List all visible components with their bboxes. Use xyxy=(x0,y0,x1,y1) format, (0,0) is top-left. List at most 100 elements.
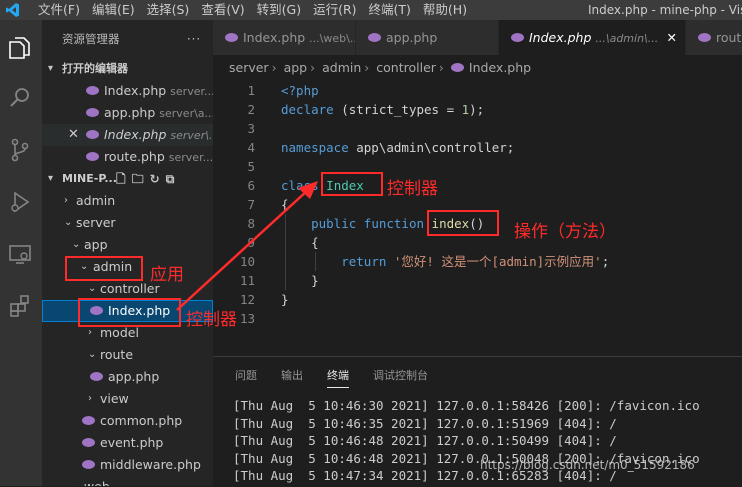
file-label: middleware.php xyxy=(100,457,201,472)
remote-explorer-icon[interactable] xyxy=(6,240,34,268)
tree-folder-web[interactable]: ···web xyxy=(42,476,213,486)
menu-selection[interactable]: 选择(S) xyxy=(147,0,190,20)
tab-debug-console[interactable]: 调试控制台 xyxy=(373,367,428,383)
file-name: route.php xyxy=(104,149,165,164)
tab-path: ...\admin\... xyxy=(595,32,659,45)
php-file-icon xyxy=(511,33,524,42)
breadcrumb-item[interactable]: Index.php xyxy=(469,60,531,75)
explorer-icon[interactable] xyxy=(6,34,34,62)
line-number: 8 xyxy=(247,216,255,231)
more-actions-icon[interactable]: ··· xyxy=(187,20,201,58)
tree-folder-route[interactable]: ⌄ route xyxy=(42,344,213,366)
code-text: (strict_types = xyxy=(333,102,462,117)
tree-folder-server[interactable]: ⌄ server xyxy=(42,212,213,234)
tab-label: app.php xyxy=(386,30,438,45)
code-keyword: class xyxy=(281,178,319,193)
code-keyword: function xyxy=(363,216,425,231)
tree-folder-admin-top[interactable]: › admin xyxy=(42,190,213,212)
tab-label: route xyxy=(716,30,742,45)
new-file-icon[interactable]: 🗋 xyxy=(116,172,132,186)
terminal-line: [Thu Aug 5 10:46:35 2021] 127.0.0.1:5196… xyxy=(233,415,617,431)
php-file-icon xyxy=(225,33,238,42)
menu-terminal[interactable]: 终端(T) xyxy=(369,0,411,20)
folder-label: app xyxy=(84,237,108,252)
open-editor-item[interactable]: Index.php server... xyxy=(42,80,213,102)
open-editors-header[interactable]: ▾ 打开的编辑器 xyxy=(42,58,213,80)
open-editors-label: 打开的编辑器 xyxy=(62,62,128,75)
annotation-action-label: 操作（方法） xyxy=(514,222,616,242)
tree-folder-app[interactable]: ⌄ app xyxy=(42,234,213,256)
tab-problems[interactable]: 问题 xyxy=(235,367,257,383)
menu-run[interactable]: 运行(R) xyxy=(313,0,356,20)
code-line: 4 namespace app\admin\controller; xyxy=(213,138,742,157)
tree-file-common-php[interactable]: common.php xyxy=(42,410,213,432)
menu-help[interactable]: 帮助(H) xyxy=(423,0,467,20)
chevron-down-icon: ▾ xyxy=(48,173,54,184)
tab-label: Index.php xyxy=(243,30,306,45)
breadcrumb-item[interactable]: controller xyxy=(376,60,436,75)
tree-folder-view[interactable]: › view xyxy=(42,388,213,410)
tab-index-web[interactable]: Index.php ...\web\... xyxy=(213,20,356,55)
close-icon[interactable]: ✕ xyxy=(667,20,677,55)
collapse-all-icon[interactable]: ⧉ xyxy=(166,172,181,186)
tree-folder-controller[interactable]: ⌄ controller xyxy=(42,278,213,300)
file-label: common.php xyxy=(100,413,183,428)
run-debug-icon[interactable] xyxy=(6,188,34,216)
activity-bar xyxy=(0,20,42,486)
php-file-icon xyxy=(90,372,103,381)
annotation-box-method xyxy=(427,210,499,236)
workspace-header[interactable]: ▾ MINE-P... 🗋🗀↻⧉ xyxy=(42,168,213,190)
tab-index-admin[interactable]: Index.php ...\admin\... ✕ xyxy=(499,20,686,55)
extensions-icon[interactable] xyxy=(6,292,34,320)
tab-output[interactable]: 输出 xyxy=(281,367,303,383)
breadcrumb-separator: › xyxy=(271,60,277,75)
folder-label: route xyxy=(100,347,134,362)
refresh-icon[interactable]: ↻ xyxy=(150,172,166,186)
open-editor-item-active[interactable]: ✕ Index.php server\... xyxy=(42,124,213,146)
annotation-file-label: 控制器 xyxy=(186,310,237,330)
panel-tabs: 问题 输出 终端 调试控制台 xyxy=(213,357,742,395)
breadcrumb-item[interactable]: server xyxy=(229,60,269,75)
menu-go[interactable]: 转到(G) xyxy=(257,0,301,20)
php-file-icon xyxy=(82,438,95,447)
menu-file[interactable]: 文件(F) xyxy=(38,0,80,20)
line-number: 2 xyxy=(247,102,255,117)
breadcrumb-separator: › xyxy=(438,60,444,75)
menu-view[interactable]: 查看(V) xyxy=(201,0,244,20)
tree-file-middleware-php[interactable]: middleware.php xyxy=(42,454,213,476)
tree-file-event-php[interactable]: event.php xyxy=(42,432,213,454)
file-path: server\... xyxy=(170,129,213,142)
breadcrumb-separator: › xyxy=(310,60,316,75)
tab-terminal[interactable]: 终端 xyxy=(327,367,349,388)
breadcrumb-item[interactable]: admin xyxy=(322,60,361,75)
line-number: 6 xyxy=(247,178,255,193)
open-editor-item[interactable]: route.php server... xyxy=(42,146,213,168)
source-control-icon[interactable] xyxy=(6,136,34,164)
open-editor-item[interactable]: app.php server\a... xyxy=(42,102,213,124)
code-text: <?php xyxy=(281,83,319,98)
code-text: { xyxy=(311,235,319,250)
php-file-icon xyxy=(368,33,381,42)
code-keyword: public xyxy=(311,216,357,231)
watermark: https://blog.csdn.net/m0_51592186 xyxy=(480,458,695,472)
php-file-icon xyxy=(450,63,464,72)
close-icon[interactable]: ✕ xyxy=(68,124,79,146)
file-path: server... xyxy=(168,151,213,164)
breadcrumb-item[interactable]: app xyxy=(284,60,308,75)
folder-label: admin xyxy=(76,193,116,208)
chevron-right-icon: › xyxy=(64,195,68,206)
file-name: Index.php xyxy=(104,127,167,142)
code-line: 11 } xyxy=(213,271,742,290)
code-line: 3 xyxy=(213,119,742,138)
file-name: Index.php xyxy=(104,83,167,98)
line-number: 5 xyxy=(247,159,255,174)
tree-file-app-php[interactable]: app.php xyxy=(42,366,213,388)
new-folder-icon[interactable]: 🗀 xyxy=(132,172,150,186)
line-number: 11 xyxy=(239,273,255,288)
tab-app-php[interactable]: app.php xyxy=(356,20,499,55)
menu-edit[interactable]: 编辑(E) xyxy=(92,0,135,20)
folder-label: view xyxy=(100,391,129,406)
tab-route[interactable]: route xyxy=(686,20,742,55)
search-icon[interactable] xyxy=(6,84,34,112)
line-number: 7 xyxy=(247,197,255,212)
